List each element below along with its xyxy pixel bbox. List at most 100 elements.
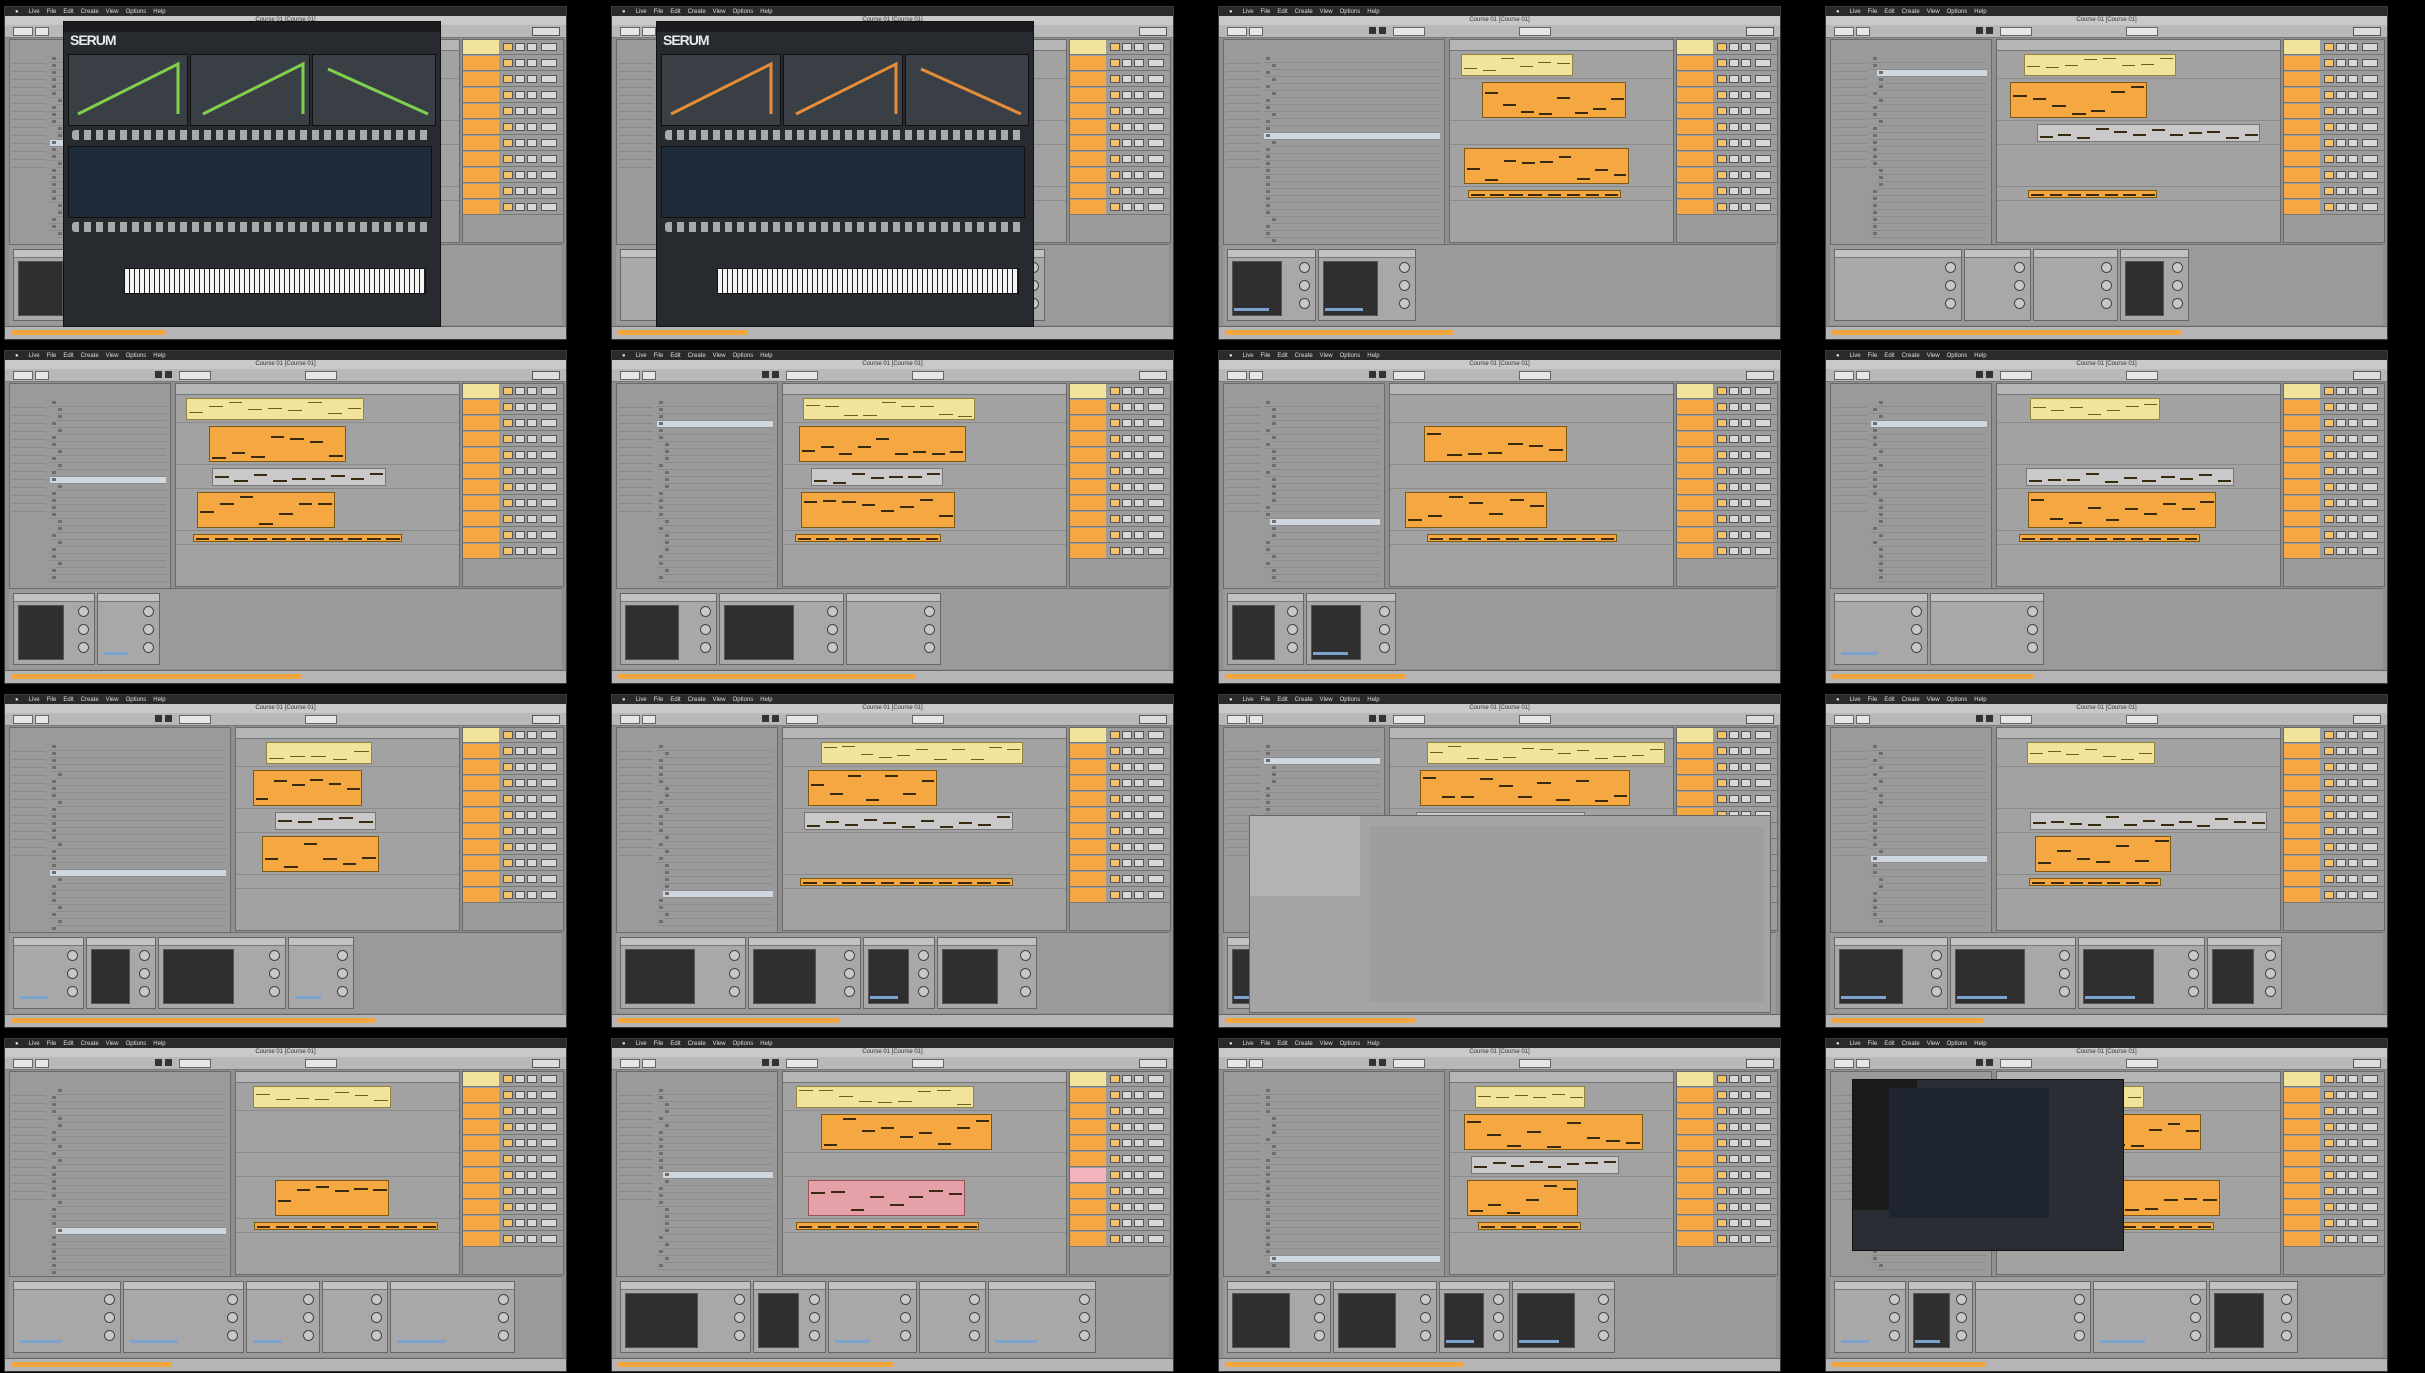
solo-button[interactable] — [1122, 1155, 1132, 1163]
browser-file-item[interactable] — [50, 1137, 226, 1144]
track-header[interactable] — [1677, 1216, 1777, 1231]
midi-clip[interactable] — [274, 812, 376, 830]
volume-field[interactable] — [2362, 1155, 2378, 1163]
arm-button[interactable] — [2348, 875, 2358, 883]
track-header[interactable] — [1677, 200, 1777, 215]
track-name-label[interactable] — [1070, 888, 1106, 902]
volume-field[interactable] — [1755, 1235, 1771, 1243]
track-activator-button[interactable] — [1717, 59, 1727, 67]
play-button[interactable] — [155, 1059, 162, 1066]
browser-category-item[interactable] — [1833, 760, 1867, 768]
arm-button[interactable] — [1741, 483, 1751, 491]
parameter-knob[interactable] — [1079, 1294, 1090, 1305]
parameter-slider[interactable] — [1325, 308, 1364, 311]
parameter-knob[interactable] — [1379, 642, 1390, 653]
track-header[interactable] — [463, 168, 563, 183]
plugin-header[interactable] — [657, 22, 1033, 32]
parameter-knob[interactable] — [1945, 280, 1956, 291]
browser-file-item[interactable] — [50, 491, 166, 498]
browser-file-item[interactable] — [663, 1242, 773, 1249]
solo-button[interactable] — [1729, 499, 1739, 507]
track-header[interactable] — [2284, 72, 2384, 87]
browser-file-item[interactable] — [1264, 70, 1440, 77]
browser-category-item[interactable] — [12, 1176, 46, 1184]
solo-button[interactable] — [1729, 91, 1739, 99]
browser-category-item[interactable] — [619, 160, 653, 168]
track-name-label[interactable] — [463, 72, 499, 86]
browser-file-item[interactable] — [657, 505, 773, 512]
parameter-knob[interactable] — [1020, 986, 1031, 997]
browser-file-item[interactable] — [56, 1088, 226, 1095]
volume-field[interactable] — [1148, 435, 1164, 443]
arm-button[interactable] — [1134, 75, 1144, 83]
midi-clip[interactable] — [796, 1086, 974, 1108]
browser-file-item[interactable] — [50, 421, 166, 428]
solo-button[interactable] — [1122, 387, 1132, 395]
track-name-label[interactable] — [2284, 104, 2320, 118]
track-lane[interactable] — [176, 424, 459, 465]
browser-category-item[interactable] — [1226, 480, 1260, 488]
browser-file-item[interactable] — [1264, 400, 1380, 407]
browser-file-item[interactable] — [1270, 140, 1440, 147]
browser-file-item[interactable] — [50, 912, 226, 919]
track-name-label[interactable] — [1070, 40, 1106, 54]
tempo-field[interactable] — [1227, 371, 1247, 380]
track-header[interactable] — [1677, 104, 1777, 119]
track-header[interactable] — [1677, 448, 1777, 463]
solo-button[interactable] — [1729, 531, 1739, 539]
solo-button[interactable] — [2336, 43, 2346, 51]
solo-button[interactable] — [1122, 123, 1132, 131]
solo-button[interactable] — [2336, 827, 2346, 835]
browser-file-item[interactable] — [50, 1179, 226, 1186]
arm-button[interactable] — [2348, 419, 2358, 427]
track-header[interactable] — [1070, 448, 1170, 463]
arm-button[interactable] — [2348, 171, 2358, 179]
browser-file-item[interactable] — [1264, 1109, 1440, 1116]
arm-button[interactable] — [527, 203, 537, 211]
volume-field[interactable] — [2362, 515, 2378, 523]
solo-button[interactable] — [1729, 139, 1739, 147]
apple-icon[interactable]: ● — [15, 9, 19, 15]
track-name-label[interactable] — [1070, 72, 1106, 86]
browser-category-item[interactable] — [1833, 496, 1867, 504]
browser-file-item[interactable] — [50, 477, 166, 484]
volume-field[interactable] — [1755, 1219, 1771, 1227]
arm-button[interactable] — [527, 467, 537, 475]
volume-field[interactable] — [1755, 1203, 1771, 1211]
arm-button[interactable] — [1134, 1171, 1144, 1179]
browser-file-item[interactable] — [56, 1116, 226, 1123]
track-header[interactable] — [2284, 496, 2384, 511]
solo-button[interactable] — [2336, 763, 2346, 771]
track-name-label[interactable] — [1677, 416, 1713, 430]
parameter-knob[interactable] — [2190, 1312, 2201, 1323]
volume-field[interactable] — [2362, 747, 2378, 755]
track-header[interactable] — [463, 856, 563, 871]
browser-category-item[interactable] — [619, 128, 653, 136]
solo-button[interactable] — [515, 763, 525, 771]
browser-category-item[interactable] — [12, 744, 46, 752]
track-lane[interactable] — [1997, 876, 2280, 889]
solo-button[interactable] — [1122, 1171, 1132, 1179]
browser-file-item[interactable] — [663, 470, 773, 477]
browser-file-item[interactable] — [1264, 1200, 1440, 1207]
parameter-knob[interactable] — [498, 1312, 509, 1323]
browser-category-item[interactable] — [1226, 1160, 1260, 1168]
browser-file-item[interactable] — [50, 856, 226, 863]
browser-category-item[interactable] — [12, 416, 46, 424]
browser-file-item[interactable] — [1871, 189, 1987, 196]
volume-field[interactable] — [1755, 515, 1771, 523]
track-activator-button[interactable] — [503, 43, 513, 51]
browser-file-item[interactable] — [1871, 891, 1987, 898]
midi-clip[interactable] — [796, 1222, 980, 1230]
volume-field[interactable] — [1148, 91, 1164, 99]
parameter-slider[interactable] — [397, 1340, 447, 1343]
browser-file-item[interactable] — [1871, 807, 1987, 814]
parameter-knob[interactable] — [303, 1312, 314, 1323]
solo-button[interactable] — [2336, 1235, 2346, 1243]
track-header[interactable] — [463, 1200, 563, 1215]
track-name-label[interactable] — [1677, 168, 1713, 182]
track-header[interactable] — [1070, 400, 1170, 415]
solo-button[interactable] — [2336, 859, 2346, 867]
browser-category-item[interactable] — [1833, 504, 1867, 512]
device-title-bar[interactable] — [14, 1282, 120, 1290]
